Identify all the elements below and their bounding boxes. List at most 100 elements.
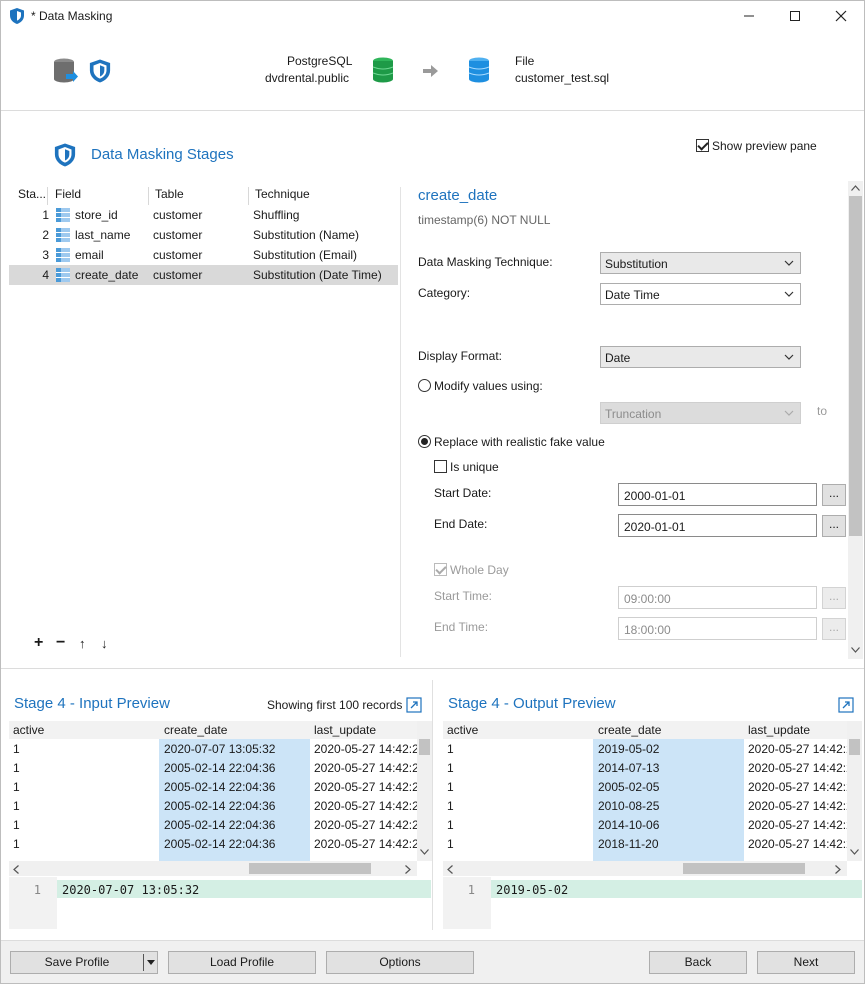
input-vscroll-thumb[interactable] [419, 739, 430, 755]
is-unique-checkbox[interactable] [434, 460, 447, 473]
cell-last-update: 2020-05-27 14:42:28 [748, 818, 847, 832]
col-header-last-update[interactable]: last_update [748, 723, 810, 737]
start-date-input[interactable]: 2000-01-01 [618, 483, 817, 506]
end-date-picker-button[interactable]: ... [822, 515, 846, 537]
cell-create-date: 2005-02-14 22:04:36 [164, 837, 276, 851]
cell-create-date: 2005-02-14 22:04:36 [164, 761, 276, 775]
col-header-active[interactable]: active [13, 723, 44, 737]
details-scroll-thumb[interactable] [849, 196, 862, 536]
show-preview-checkbox[interactable] [696, 139, 709, 152]
move-up-button[interactable]: ↑ [79, 636, 86, 651]
stage-number: 1 [42, 208, 49, 222]
table-row[interactable]: 1 2010-08-25 2020-05-27 14:42:28 [443, 796, 847, 815]
field-icon [56, 268, 70, 282]
output-hscroll-thumb[interactable] [683, 863, 805, 874]
end-date-value: 2020-01-01 [624, 520, 686, 534]
minimize-button[interactable] [726, 1, 772, 31]
stage-row-selected[interactable]: 4 create_date customer Substitution (Dat… [9, 265, 398, 285]
table-row[interactable]: 1 2005-02-05 2020-05-27 14:42:28 [443, 777, 847, 796]
load-profile-button[interactable]: Load Profile [168, 951, 316, 974]
is-unique-label: Is unique [450, 460, 499, 474]
table-row[interactable]: 1 2005-02-14 22:04:36 2020-05-27 14:42:2… [9, 834, 417, 853]
col-header-last-update[interactable]: last_update [314, 723, 376, 737]
table-row[interactable]: 1 2005-02-14 22:04:36 2020-05-27 14:42:2… [9, 796, 417, 815]
end-time-picker-button[interactable]: ... [822, 618, 846, 640]
maximize-button[interactable] [772, 1, 818, 31]
start-time-picker-button[interactable]: ... [822, 587, 846, 609]
replace-fake-radio[interactable] [418, 435, 431, 448]
whole-day-label: Whole Day [450, 563, 509, 577]
stage-row[interactable]: 3 email customer Substitution (Email) [9, 245, 398, 265]
stage-field: email [75, 248, 104, 262]
dropdown-arrow-icon[interactable] [147, 960, 155, 965]
input-preview-vscroll[interactable] [417, 721, 432, 861]
col-header-active[interactable]: active [447, 723, 478, 737]
output-preview-vscroll[interactable] [847, 721, 862, 861]
back-button[interactable]: Back [649, 951, 747, 974]
table-row[interactable]: 1 2018-11-20 2020-05-27 14:42:28 [443, 834, 847, 853]
close-icon [835, 10, 847, 22]
remove-stage-button[interactable]: − [56, 634, 65, 652]
options-button[interactable]: Options [326, 951, 474, 974]
maximize-icon [790, 11, 800, 21]
col-header-stage[interactable]: Sta... [18, 187, 46, 205]
table-row[interactable]: 1 2019-05-02 2020-05-27 14:42:28 [443, 739, 847, 758]
arrow-right-icon [423, 65, 438, 77]
table-row[interactable]: 1 2005-02-14 22:04:36 2020-05-27 14:42:2… [9, 777, 417, 796]
scroll-left-icon[interactable] [447, 865, 453, 874]
col-header-create-date[interactable]: create_date [164, 723, 227, 737]
input-preview-hscroll[interactable] [9, 861, 417, 876]
scroll-left-icon[interactable] [13, 865, 19, 874]
scroll-down-icon[interactable] [420, 849, 429, 855]
scroll-down-icon[interactable] [851, 647, 860, 653]
start-time-input[interactable]: 09:00:00 [618, 586, 817, 609]
scroll-right-icon[interactable] [835, 865, 841, 874]
expand-icon[interactable] [838, 697, 854, 713]
add-stage-button[interactable]: + [34, 634, 43, 652]
details-scrollbar[interactable] [848, 181, 863, 659]
col-header-table[interactable]: Table [155, 187, 184, 205]
output-preview-grid: 1 2019-05-02 2020-05-27 14:42:28 1 2014-… [443, 739, 847, 861]
col-header-create-date[interactable]: create_date [598, 723, 661, 737]
scroll-down-icon[interactable] [850, 849, 859, 855]
stage-row[interactable]: 2 last_name customer Substitution (Name) [9, 225, 398, 245]
table-row[interactable]: 1 2005-02-14 22:04:36 2020-05-27 14:42:2… [9, 758, 417, 777]
end-time-input[interactable]: 18:00:00 [618, 617, 817, 640]
technique-select[interactable]: Substitution [600, 252, 801, 274]
output-vscroll-thumb[interactable] [849, 739, 860, 755]
table-row[interactable]: 1 2014-07-13 2020-05-27 14:42:28 [443, 758, 847, 777]
close-button[interactable] [818, 1, 864, 31]
cell-last-update: 2020-05-27 14:42:28 [748, 761, 847, 775]
table-row[interactable]: 1 2020-07-07 13:05:32 2020-05-27 14:42:2… [9, 739, 417, 758]
target-file-database-icon [468, 57, 490, 83]
cell-create-date: 2014-10-06 [598, 818, 660, 832]
category-select[interactable]: Date Time [600, 283, 801, 305]
input-code-text: 2020-07-07 13:05:32 [62, 883, 200, 897]
field-icon [56, 208, 70, 222]
cell-active: 1 [13, 761, 20, 775]
cell-create-date: 2018-11-20 [598, 837, 659, 851]
save-profile-button[interactable]: Save Profile [10, 951, 158, 974]
start-date-picker-button[interactable]: ... [822, 484, 846, 506]
whole-day-checkbox[interactable] [434, 563, 447, 576]
modify-technique-select[interactable]: Truncation [600, 402, 801, 424]
next-button[interactable]: Next [757, 951, 855, 974]
table-row[interactable]: 1 2005-02-14 22:04:36 2020-05-27 14:42:2… [9, 815, 417, 834]
move-down-button[interactable]: ↓ [101, 636, 108, 651]
preview-split-divider [432, 680, 433, 930]
scroll-up-icon[interactable] [851, 185, 860, 191]
modify-values-radio[interactable] [418, 379, 431, 392]
chevron-down-icon [784, 291, 794, 297]
table-row[interactable]: 1 2014-10-06 2020-05-27 14:42:28 [443, 815, 847, 834]
scroll-right-icon[interactable] [405, 865, 411, 874]
col-header-field[interactable]: Field [55, 187, 81, 205]
input-hscroll-thumb[interactable] [249, 863, 371, 874]
stage-row[interactable]: 1 store_id customer Shuffling [9, 205, 398, 225]
col-header-technique[interactable]: Technique [255, 187, 310, 205]
cell-active: 1 [447, 818, 454, 832]
output-preview-title: Stage 4 - Output Preview [448, 695, 616, 712]
output-preview-hscroll[interactable] [443, 861, 847, 876]
expand-icon[interactable] [406, 697, 422, 713]
end-date-input[interactable]: 2020-01-01 [618, 514, 817, 537]
display-format-select[interactable]: Date [600, 346, 801, 368]
